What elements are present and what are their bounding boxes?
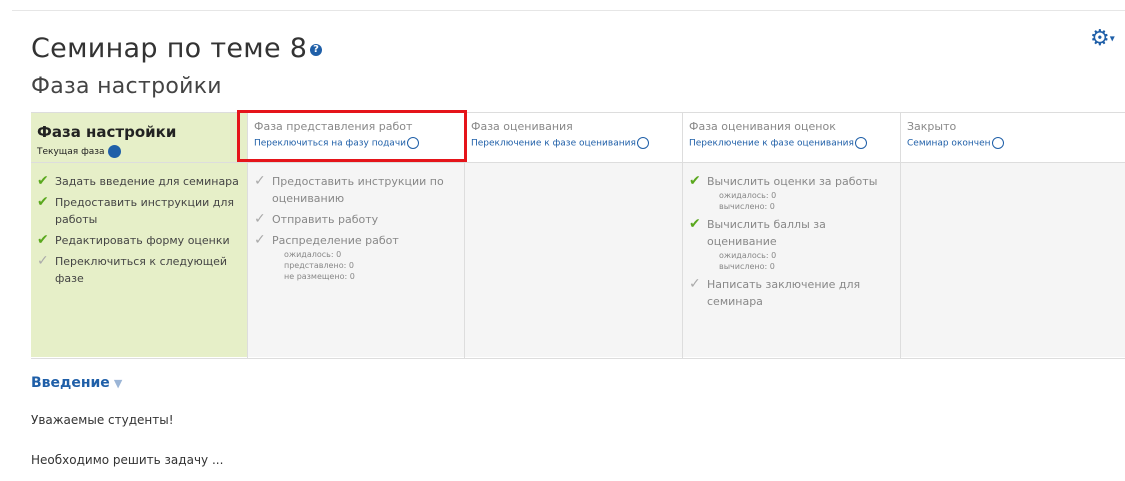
intro-heading-label[interactable]: Введение (31, 375, 110, 391)
collapse-arrow-icon[interactable]: ▼ (114, 377, 122, 390)
phase-header: Закрыто Семинар окончен (901, 113, 1125, 163)
task-label: Вычислить оценки за работы (707, 175, 878, 188)
phase-closed: Закрыто Семинар окончен (901, 113, 1125, 358)
task-item: ✓ Распределение работ (254, 232, 458, 249)
switch-phase-link[interactable]: Переключение к фазе оценивания (689, 137, 894, 149)
check-icon: ✔ (37, 194, 49, 210)
intro-paragraph: Уважаемые студенты! (31, 413, 174, 427)
task-detail: не размещено: 0 (284, 272, 355, 281)
chevron-down-icon[interactable]: ▾ (1110, 34, 1115, 45)
phase-tasks: ✔ Задать введение для семинара ✔ Предостав… (31, 163, 247, 357)
current-phase-label: Текущая фаза (37, 147, 105, 157)
task-detail: вычислено: 0 (719, 262, 775, 271)
task-item[interactable]: ✔ Редактировать форму оценки (37, 232, 241, 249)
page-title-text: Семинар по теме 8 (31, 33, 308, 64)
task-item: ✔ Вычислить оценки за работы (689, 173, 894, 190)
workshop-planner: Фаза настройки Текущая фаза ✔ Задать введ… (31, 112, 1125, 359)
circle-icon[interactable] (991, 137, 1004, 149)
task-item: ✔ Вычислить баллы за оценивание (689, 216, 894, 250)
top-divider (12, 10, 1125, 11)
intro-heading[interactable]: Введение ▼ (31, 375, 122, 391)
task-label: Написать заключение для семинара (707, 278, 861, 308)
page-title: Семинар по теме 8? (31, 33, 323, 64)
task-item: ✓ Написать заключение для семинара (689, 276, 894, 310)
phase-tasks: ✔ Вычислить оценки за работы ожидалось: 0… (683, 163, 900, 357)
phase-setup: Фаза настройки Текущая фаза ✔ Задать введ… (31, 113, 248, 358)
circle-icon[interactable] (636, 137, 649, 149)
page-subtitle: Фаза настройки (31, 74, 222, 99)
task-label[interactable]: Переключиться к следующей фазе (55, 253, 241, 287)
check-icon: ✔ (689, 173, 701, 189)
phase-header: Фаза оценивания Переключение к фазе оцен… (465, 113, 682, 163)
switch-phase-label[interactable]: Семинар окончен (907, 139, 991, 149)
phase-tasks (901, 163, 1125, 357)
task-label: Предоставить инструкции по оцениванию (272, 175, 444, 205)
task-detail: ожидалось: 0 (284, 250, 342, 259)
task-item[interactable]: ✔ Задать введение для семинара (37, 173, 241, 190)
phase-header: Фаза оценивания оценок Переключение к фа… (683, 113, 900, 163)
current-phase-indicator: Текущая фаза (37, 145, 241, 158)
todo-check-icon: ✓ (37, 253, 49, 269)
task-item: ✓ Отправить работу (254, 211, 458, 228)
todo-check-icon: ✓ (689, 276, 701, 292)
switch-phase-link[interactable]: Переключение к фазе оценивания (471, 137, 676, 149)
todo-check-icon: ✓ (254, 211, 266, 227)
check-icon: ✔ (37, 232, 49, 248)
task-label[interactable]: Задать введение для семинара (55, 173, 239, 190)
todo-check-icon: ✓ (254, 232, 266, 248)
task-item[interactable]: ✓ Переключиться к следующей фазе (37, 253, 241, 287)
task-label: Распределение работ (272, 234, 399, 247)
phase-tasks (465, 163, 682, 357)
phase-name: Фаза настройки (37, 123, 177, 141)
task-label[interactable]: Предоставить инструкции для работы (55, 194, 241, 228)
intro-paragraph: Необходимо решить задачу ... (31, 453, 224, 467)
task-detail: вычислено: 0 (719, 202, 775, 211)
check-icon: ✔ (37, 173, 49, 189)
highlight-box (237, 110, 467, 162)
circle-icon[interactable] (854, 137, 867, 149)
task-label: Вычислить баллы за оценивание (707, 218, 826, 248)
phase-name: Закрыто (907, 120, 957, 133)
current-phase-icon (107, 145, 121, 158)
phase-name: Фаза оценивания оценок (689, 120, 836, 133)
switch-phase-label[interactable]: Переключение к фазе оценивания (471, 139, 636, 149)
task-detail: ожидалось: 0 (719, 251, 777, 260)
phase-header: Фаза настройки Текущая фаза (31, 113, 247, 163)
phase-tasks: ✓ Предоставить инструкции по оцениванию ✓… (248, 163, 464, 357)
question-icon[interactable]: ? (310, 43, 323, 56)
task-label: Отправить работу (272, 213, 379, 226)
phase-assessment: Фаза оценивания Переключение к фазе оцен… (465, 113, 683, 358)
switch-phase-link[interactable]: Семинар окончен (907, 137, 1119, 149)
todo-check-icon: ✓ (254, 173, 266, 189)
task-label[interactable]: Редактировать форму оценки (55, 232, 230, 249)
phase-evaluation: Фаза оценивания оценок Переключение к фа… (683, 113, 901, 358)
phase-name: Фаза оценивания (471, 120, 573, 133)
task-detail: представлено: 0 (284, 261, 354, 270)
check-icon: ✔ (689, 216, 701, 232)
switch-phase-label[interactable]: Переключение к фазе оценивания (689, 139, 854, 149)
task-detail: ожидалось: 0 (719, 191, 777, 200)
task-item[interactable]: ✔ Предоставить инструкции для работы (37, 194, 241, 228)
gear-icon[interactable]: ⚙▾ (1090, 26, 1115, 51)
task-item: ✓ Предоставить инструкции по оцениванию (254, 173, 458, 207)
